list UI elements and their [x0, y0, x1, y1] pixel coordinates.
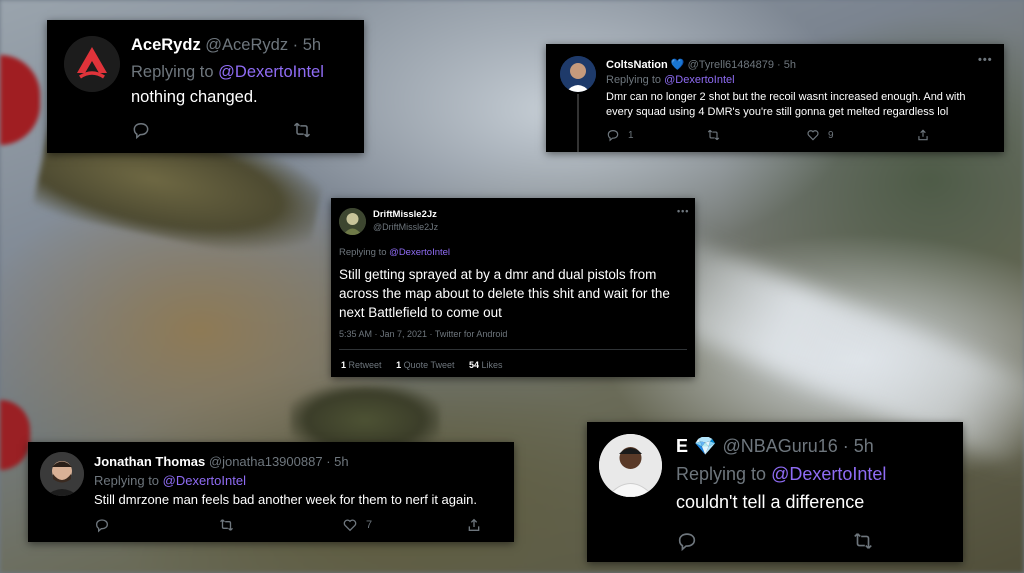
tweet-card-nbaguru16: E 💎 @NBAGuru16 · 5h Replying to @Dexerto…	[587, 422, 963, 562]
tweet-time: · 5h	[777, 59, 796, 71]
retweet-icon	[220, 519, 233, 531]
tweet-card-jonathan-thomas: Jonathan Thomas @jonatha13900887 · 5h Re…	[28, 442, 514, 542]
tweet-card-coltsnation: ColtsNation 💙 @Tyrell61484879 · 5h ••• R…	[546, 44, 1004, 152]
reply-count: 1	[628, 129, 634, 141]
reply-button[interactable]: 1	[606, 128, 634, 142]
handle[interactable]: @NBAGuru16	[722, 436, 837, 457]
reply-icon	[678, 533, 696, 552]
avatar[interactable]	[560, 56, 596, 92]
mention-link[interactable]: @DexertoIntel	[664, 74, 734, 86]
handle[interactable]: @AceRydz	[205, 36, 288, 54]
tweet-time: · 5h	[326, 454, 349, 469]
reply-button[interactable]	[94, 517, 110, 533]
tweet-time: · 5h	[842, 436, 874, 456]
share-icon	[918, 129, 928, 141]
replying-label: Replying to	[339, 247, 387, 258]
more-icon[interactable]: •••	[978, 54, 993, 66]
tweet-text: Still dmrzone man feels bad another week…	[94, 492, 477, 507]
replying-label: Replying to	[94, 473, 160, 488]
like-button[interactable]: 9	[806, 128, 834, 142]
retweet-button[interactable]	[218, 517, 235, 533]
likes-label: Likes	[481, 360, 503, 370]
avatar[interactable]	[599, 434, 662, 497]
like-icon	[343, 519, 357, 532]
retweets-stat[interactable]: 1 Retweet	[341, 360, 382, 370]
quote-label: Quote Tweet	[403, 360, 455, 370]
reply-button[interactable]	[676, 530, 698, 552]
quotes-stat[interactable]: 1 Quote Tweet	[396, 360, 454, 370]
tweet-text: Dmr can no longer 2 shot but the recoil …	[606, 91, 966, 118]
divider	[339, 349, 687, 350]
display-name[interactable]: DriftMissle2Jz	[373, 209, 437, 220]
handle[interactable]: @Tyrell61484879	[688, 59, 774, 71]
retweet-button[interactable]	[706, 128, 721, 142]
retweet-button[interactable]	[291, 120, 313, 140]
share-button[interactable]	[916, 128, 930, 142]
display-name[interactable]: ColtsNation	[606, 59, 668, 71]
like-icon	[807, 130, 819, 141]
replying-label: Replying to	[606, 74, 662, 86]
replying-to: Replying to @DexertoIntel	[94, 473, 246, 488]
more-icon[interactable]: •••	[677, 206, 689, 216]
avatar[interactable]	[339, 208, 366, 235]
replying-label: Replying to	[131, 63, 214, 81]
tweet-timestamp[interactable]: 5:35 AM · Jan 7, 2021 · Twitter for Andr…	[339, 329, 507, 339]
heart-badge: 💙	[670, 59, 685, 71]
replying-to: Replying to @DexertoIntel	[131, 63, 324, 82]
replying-label: Replying to	[676, 464, 767, 484]
handle[interactable]: @jonatha13900887	[209, 454, 323, 469]
tweet-text: nothing changed.	[131, 88, 258, 106]
like-button[interactable]: 7	[342, 517, 372, 533]
mention-link[interactable]: @DexertoIntel	[163, 473, 246, 488]
tweet-card-driftmissle2jz: DriftMissle2Jz @DriftMissle2Jz ••• Reply…	[331, 198, 695, 377]
display-name[interactable]: AceRydz	[131, 36, 201, 54]
thread-line	[577, 94, 579, 152]
avatar[interactable]	[40, 452, 84, 496]
replying-to: Replying to @DexertoIntel	[339, 247, 450, 258]
replying-to: Replying to @DexertoIntel	[676, 464, 886, 485]
display-name[interactable]: E	[676, 436, 688, 457]
likes-count: 54	[469, 360, 480, 370]
quote-count: 1	[396, 360, 402, 370]
share-button[interactable]	[466, 517, 482, 533]
diamond-badge: 💎	[694, 436, 717, 456]
reply-icon	[95, 519, 109, 533]
reply-icon	[607, 130, 619, 142]
tweet-stats: 1 Retweet 1 Quote Tweet 54 Likes	[341, 360, 515, 370]
mention-link[interactable]: @DexertoIntel	[771, 464, 886, 484]
avatar[interactable]	[64, 36, 120, 92]
retweet-button[interactable]	[851, 530, 875, 552]
retweets-count: 1	[341, 360, 347, 370]
tweet-text: couldn't tell a difference	[676, 492, 865, 512]
retweet-icon	[293, 122, 311, 138]
mention-link[interactable]: @DexertoIntel	[389, 247, 450, 258]
likes-stat[interactable]: 54 Likes	[469, 360, 503, 370]
handle[interactable]: @DriftMissle2Jz	[373, 222, 438, 232]
share-icon	[468, 518, 480, 531]
tweet-text: Still getting sprayed at by a dmr and du…	[339, 267, 670, 320]
mention-link[interactable]: @DexertoIntel	[218, 63, 324, 81]
tweet-time: · 5h	[292, 36, 322, 54]
retweet-icon	[854, 533, 872, 549]
replying-to: Replying to @DexertoIntel	[606, 74, 735, 86]
retweet-icon	[707, 129, 720, 141]
display-name[interactable]: Jonathan Thomas	[94, 454, 205, 469]
like-count: 7	[366, 519, 373, 531]
tweet-card-acerydz: AceRydz @AceRydz · 5h Replying to @Dexer…	[47, 20, 364, 153]
reply-button[interactable]	[131, 120, 151, 140]
like-count: 9	[828, 129, 834, 141]
reply-icon	[133, 122, 149, 140]
retweets-label: Retweet	[348, 360, 382, 370]
